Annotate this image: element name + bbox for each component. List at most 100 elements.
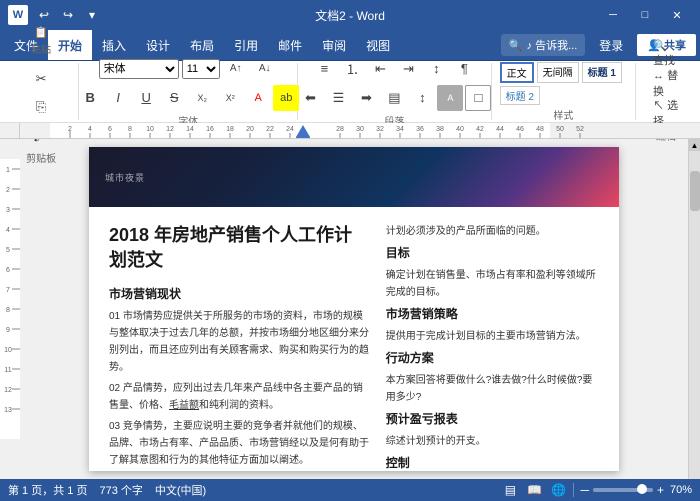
- clipboard-group: 📋 粘贴 ✂ ⎘ 🖌 剪贴板: [4, 63, 79, 120]
- svg-text:10: 10: [4, 347, 12, 354]
- tell-me-button[interactable]: 🔍 ♪ 告诉我...: [501, 34, 585, 56]
- style-normal[interactable]: 正文: [500, 62, 534, 83]
- document-right-column: 计划必须涉及的产品所面临的问题。 目标 确定计划在销售量、市场占有率和盈利等领域…: [386, 223, 599, 471]
- zoom-in-button[interactable]: +: [657, 483, 664, 497]
- right-title-4: 预计盈亏报表: [386, 410, 599, 427]
- svg-text:2: 2: [6, 187, 10, 194]
- quick-access-dropdown[interactable]: ▾: [82, 5, 102, 25]
- superscript-button[interactable]: X²: [217, 85, 243, 111]
- copy-button[interactable]: ⎘: [28, 94, 54, 120]
- paste-icon: 📋: [34, 26, 48, 39]
- document-title: 2018 年房地产销售个人工作计划范文: [109, 223, 370, 273]
- right-para-1: 确定计划在销售量、市场占有率和盈利等领域所完成的目标。: [386, 267, 599, 301]
- zoom-track[interactable]: [593, 488, 653, 492]
- svg-text:50: 50: [556, 126, 564, 133]
- highlight-button[interactable]: ab: [273, 85, 299, 111]
- subscript-button[interactable]: X₂: [189, 85, 215, 111]
- svg-text:4: 4: [88, 126, 92, 133]
- scroll-thumb[interactable]: [690, 171, 700, 211]
- svg-text:46: 46: [516, 126, 524, 133]
- italic-button[interactable]: I: [105, 85, 131, 111]
- justify-button[interactable]: ▤: [381, 85, 407, 111]
- zoom-out-button[interactable]: ─: [580, 483, 589, 497]
- right-title-1: 目标: [386, 244, 599, 261]
- decrease-indent-button[interactable]: ⇤: [367, 56, 393, 82]
- font-color-button[interactable]: A: [245, 85, 271, 111]
- paragraph-1: 01 市场情势应提供关于所服务的市场的资料，市场的规模与整体取决于过去几年的总额…: [109, 308, 370, 376]
- ruler-canvas: 2 4 6 8 10 12 14 16 18: [20, 123, 700, 138]
- svg-text:2: 2: [68, 126, 72, 133]
- document-content: 2018 年房地产销售个人工作计划范文 市场营销现状 01 市场情势应提供关于所…: [89, 207, 619, 471]
- increase-font-button[interactable]: A↑: [223, 56, 249, 82]
- scroll-up-button[interactable]: ▲: [689, 139, 700, 151]
- document-area[interactable]: 城市夜景 2018 年房地产销售个人工作计划范文 市场营销现状 01 市场情势应…: [20, 139, 688, 479]
- svg-text:34: 34: [396, 126, 404, 133]
- style-heading1[interactable]: 无间隔: [537, 62, 579, 83]
- window-title: 文档2 - Word: [315, 7, 385, 24]
- title-bar: W ↩ ↪ ▾ 文档2 - Word ─ □ ✕: [0, 0, 700, 30]
- strikethrough-button[interactable]: S: [161, 85, 187, 111]
- style-heading3[interactable]: 标题 2: [500, 86, 540, 105]
- maximize-button[interactable]: □: [630, 5, 660, 25]
- close-button[interactable]: ✕: [662, 5, 692, 25]
- decrease-font-button[interactable]: A↓: [252, 56, 278, 82]
- header-image-text: 城市夜景: [105, 171, 145, 184]
- svg-text:3: 3: [6, 207, 10, 214]
- font-size-select[interactable]: 11: [182, 59, 220, 79]
- svg-text:32: 32: [376, 126, 384, 133]
- svg-text:12: 12: [4, 387, 12, 394]
- styles-group: 正文 无间隔 标题 1 标题 2 样式: [492, 63, 636, 120]
- svg-text:14: 14: [186, 126, 194, 133]
- svg-text:30: 30: [356, 126, 364, 133]
- vertical-scrollbar[interactable]: ▲: [688, 139, 700, 479]
- page-info: 第 1 页，共 1 页: [8, 482, 87, 498]
- bullets-button[interactable]: ≡: [311, 56, 337, 82]
- line-spacing-button[interactable]: ↕: [409, 85, 435, 111]
- paste-button[interactable]: 📋 粘贴: [23, 18, 59, 64]
- divider: [573, 483, 574, 497]
- increase-indent-button[interactable]: ⇥: [395, 56, 421, 82]
- right-title-2: 市场营销策略: [386, 305, 599, 322]
- svg-text:1: 1: [6, 167, 10, 174]
- style-heading2[interactable]: 标题 1: [582, 62, 622, 83]
- svg-text:6: 6: [6, 267, 10, 274]
- cut-button[interactable]: ✂: [28, 66, 54, 92]
- align-left-button[interactable]: ⬅: [297, 85, 323, 111]
- svg-text:6: 6: [108, 126, 112, 133]
- svg-text:36: 36: [416, 126, 424, 133]
- svg-text:10: 10: [146, 126, 154, 133]
- align-right-button[interactable]: ➡: [353, 85, 379, 111]
- zoom-slider[interactable]: ─ +: [580, 483, 664, 497]
- numbering-button[interactable]: ⒈: [339, 56, 365, 82]
- word-count: 773 个字: [99, 482, 142, 498]
- svg-text:4: 4: [6, 227, 10, 234]
- border-button[interactable]: □: [465, 85, 491, 111]
- bold-button[interactable]: B: [77, 85, 103, 111]
- replace-button[interactable]: ↔ 替换: [653, 70, 679, 96]
- sort-button[interactable]: ↕: [423, 56, 449, 82]
- underline-button[interactable]: U: [133, 85, 159, 111]
- svg-text:12: 12: [166, 126, 174, 133]
- document-left-column: 2018 年房地产销售个人工作计划范文 市场营销现状 01 市场情势应提供关于所…: [109, 223, 370, 471]
- shading-button[interactable]: A: [437, 85, 463, 111]
- svg-text:42: 42: [476, 126, 484, 133]
- web-layout-view-button[interactable]: 🌐: [549, 481, 567, 499]
- login-button[interactable]: 登录: [593, 34, 629, 57]
- read-mode-view-button[interactable]: 📖: [525, 481, 543, 499]
- svg-text:22: 22: [266, 126, 274, 133]
- svg-text:8: 8: [128, 126, 132, 133]
- font-family-select[interactable]: 宋体: [99, 59, 179, 79]
- find-button[interactable]: 🔍 查找: [653, 40, 679, 66]
- ruler-container: 2 4 6 8 10 12 14 16 18: [0, 123, 700, 139]
- minimize-button[interactable]: ─: [598, 5, 628, 25]
- show-marks-button[interactable]: ¶: [451, 56, 477, 82]
- horizontal-ruler: 2 4 6 8 10 12 14 16 18: [20, 123, 700, 139]
- svg-text:18: 18: [226, 126, 234, 133]
- status-bar: 第 1 页，共 1 页 773 个字 中文(中国) ▤ 📖 🌐 ─ + 70%: [0, 479, 700, 501]
- ribbon-toolbar: 📋 粘贴 ✂ ⎘ 🖌 剪贴板 宋体 11 A↑ A↓ B I U S: [0, 61, 700, 123]
- print-layout-view-button[interactable]: ▤: [501, 481, 519, 499]
- section1-title: 市场营销现状: [109, 285, 370, 302]
- align-center-button[interactable]: ☰: [325, 85, 351, 111]
- document-columns: 2018 年房地产销售个人工作计划范文 市场营销现状 01 市场情势应提供关于所…: [109, 223, 599, 471]
- zoom-thumb[interactable]: [637, 484, 647, 494]
